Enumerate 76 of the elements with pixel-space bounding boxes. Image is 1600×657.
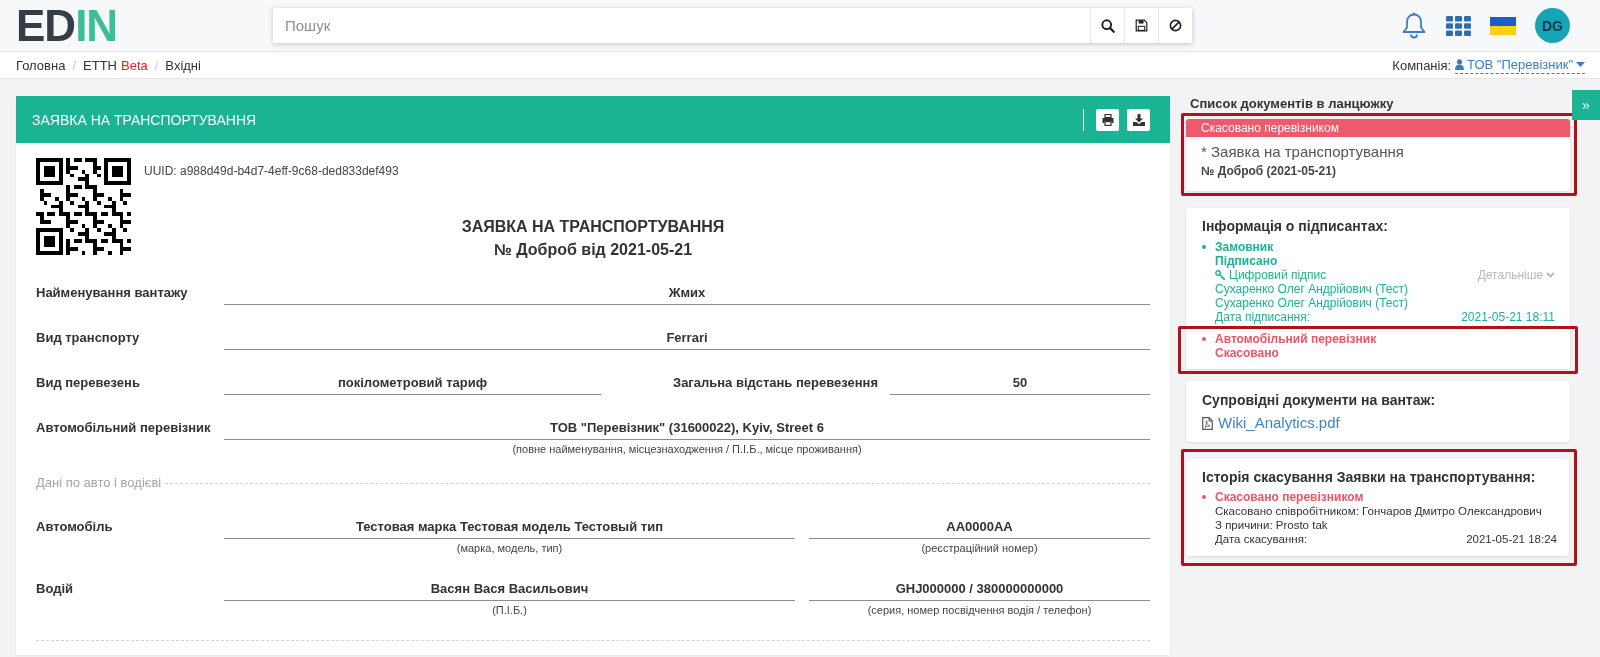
flag-icon[interactable] (1490, 16, 1516, 35)
field-value: покілометровий тариф (224, 374, 601, 395)
panel-title: Список документів в ланцюжку (1189, 95, 1395, 113)
apps-grid-icon[interactable] (1446, 15, 1471, 36)
key-icon (1215, 270, 1226, 280)
download-button[interactable] (1127, 108, 1150, 131)
bell-icon[interactable] (1401, 12, 1427, 39)
caret-icon (1576, 61, 1585, 67)
file-link[interactable]: Wiki_Analytics.pdf (1218, 413, 1340, 433)
field-value: Васян Вася Васильович (224, 580, 795, 601)
avatar[interactable]: DG (1535, 8, 1570, 43)
field-hint: (марка, модель, тип) (455, 541, 564, 556)
pdf-file-icon (1202, 416, 1213, 430)
document-number: № Доброб від 2021-05-21 (493, 240, 693, 260)
uuid-text: UUID: a988d49d-b4d7-4eff-9c68-ded833def493 (144, 164, 399, 178)
field-value: 50 (890, 374, 1150, 395)
circle-slash-icon (1169, 19, 1182, 32)
document-status-badge: Скасовано перевізником (1186, 119, 1570, 137)
field-value: ТОВ "Перевізник" (31600022), Kyiv, Street 6 (224, 419, 1150, 440)
document-title: ЗАЯВКА НА ТРАНСПОРТУВАННЯ (461, 217, 725, 237)
field-hint: (повне найменування, місцезнаходження / П.І.Б., місце проживання) (511, 442, 863, 457)
company-selector[interactable]: ТОВ "Перевізник" (1455, 56, 1585, 74)
field-label: Автомобіль (36, 518, 114, 536)
signer-role: Автомобільний перевізник (1215, 332, 1377, 346)
signer-name: Сухаренко Олег Андрійович (Тест) (1215, 296, 1409, 310)
section-label: Дані по авто і водієві (36, 474, 162, 492)
field-value: GHJ000000 / 380000000000 (809, 580, 1150, 601)
signer-status: Скасовано (1215, 346, 1280, 360)
field-hint: (серия, номер посвідчення водія / телефон) (866, 603, 1093, 618)
document-header-title: ЗАЯВКА НА ТРАНСПОРТУВАННЯ (32, 111, 257, 128)
search-button[interactable] (1090, 8, 1124, 43)
save-button[interactable] (1124, 8, 1158, 43)
field-label: Вид перевезень (36, 374, 141, 392)
search-icon (1100, 18, 1115, 33)
printer-icon (1101, 113, 1114, 126)
breadcrumb-separator: / (154, 57, 159, 73)
cancellation-date: 2021-05-21 18:24 (1466, 532, 1557, 546)
clear-button[interactable] (1158, 8, 1192, 43)
signer-status: Підписано (1215, 254, 1279, 268)
breadcrumb-separator: / (72, 57, 77, 73)
chain-document-number: № Доброб (2021-05-21) (1200, 163, 1337, 180)
date-label: Дата скасування: (1215, 532, 1308, 546)
field-hint: (П.І.Б.) (491, 603, 528, 618)
user-icon (1455, 58, 1465, 70)
card-title: Інформація о підписантах: (1202, 217, 1389, 235)
signer-name: Сухаренко Олег Андрійович (Тест) (1215, 282, 1409, 296)
field-value: Тестовая марка Тестовая модель Тестовый тип (224, 518, 795, 539)
field-value: Ferrari (224, 329, 1150, 350)
logo[interactable]: EDIN (16, 3, 118, 48)
print-button[interactable] (1096, 108, 1119, 131)
field-value: Жмих (224, 284, 1150, 305)
search-field[interactable]: Пошук (273, 8, 1090, 43)
breadcrumb-link[interactable]: Головна (16, 57, 66, 73)
download-icon (1132, 113, 1145, 126)
signature-type: Цифровий підпис (1229, 268, 1327, 282)
field-label: Автомобільний перевізник (36, 419, 212, 437)
field-label: Загальна відстань перевезення (673, 374, 879, 392)
chain-document-card[interactable]: Скасовано перевізником * Заявка на транспортування № Доброб (2021-05-21) (1186, 119, 1570, 191)
date-label: Дата підписання: (1215, 310, 1311, 324)
field-label: Водій (36, 580, 74, 598)
signing-date: 2021-05-21 18:11 (1461, 310, 1555, 324)
signer-role: Замовник (1215, 240, 1274, 254)
field-label: Найменування вантажу (36, 284, 189, 302)
field-value: AA0000AA (809, 518, 1150, 539)
chain-document-name: * Заявка на транспортування (1200, 142, 1405, 161)
cancellation-detail: З причини: Prosto tak (1215, 518, 1329, 532)
breadcrumb-link[interactable]: Вхідні (165, 57, 201, 73)
field-hint: (реєстраційний номер) (920, 541, 1039, 556)
cancellation-detail: Скасовано співробітником: Гончаров Дмитро Олександрович (1215, 504, 1543, 518)
chevron-down-icon (1546, 272, 1555, 278)
field-label: Вид транспорту (36, 329, 141, 347)
card-title: Історія скасування Заявки на транспортування: (1202, 468, 1537, 486)
company-label: Компанія: (1392, 57, 1452, 73)
card-title: Супровідні документи на вантаж: (1202, 391, 1437, 409)
cancellation-status: Скасовано перевізником (1215, 490, 1364, 504)
breadcrumb-link[interactable]: ЕТТН Beta (83, 57, 148, 73)
